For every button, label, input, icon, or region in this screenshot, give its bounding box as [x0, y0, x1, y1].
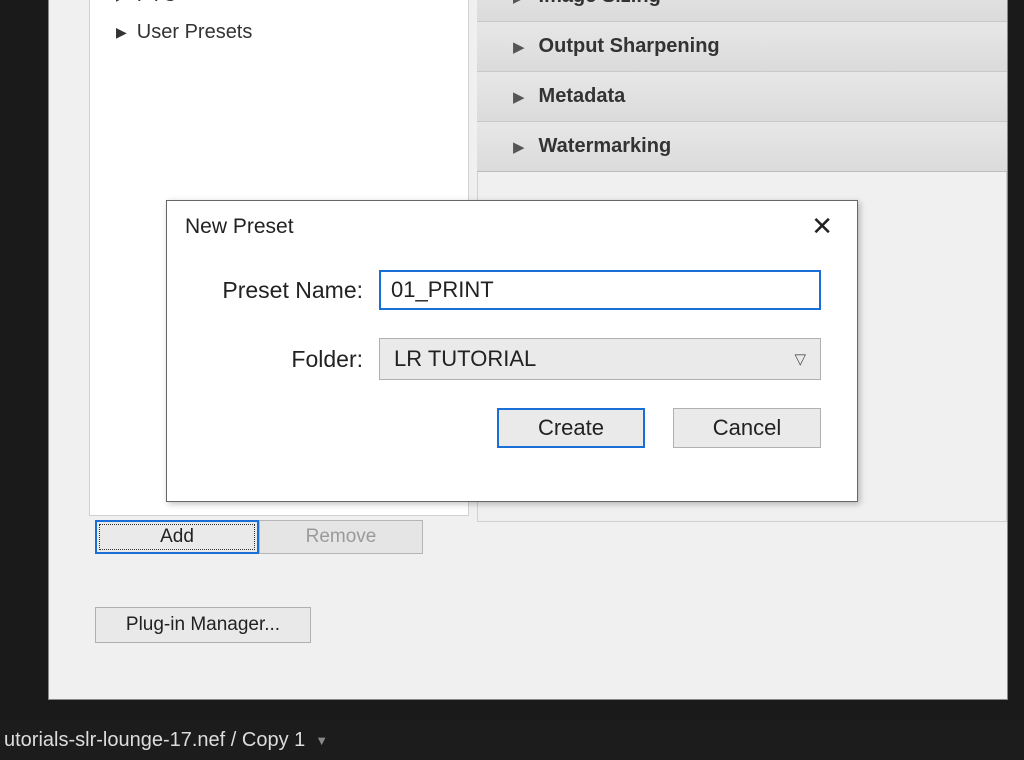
section-watermarking[interactable]: ▶ Watermarking [477, 121, 1007, 171]
status-bar: utorials-slr-lounge-17.nef / Copy 1 ▼ [0, 720, 1024, 760]
chevron-down-icon[interactable]: ▼ [315, 733, 328, 748]
section-metadata[interactable]: ▶ Metadata [477, 71, 1007, 121]
folder-label: Folder: [203, 346, 379, 373]
dialog-form: Preset Name: Folder: LR TUTORIAL ▽ [167, 242, 857, 380]
folder-select[interactable]: LR TUTORIAL ▽ [379, 338, 821, 380]
remove-button: Remove [259, 520, 423, 554]
triangle-right-icon: ▶ [513, 0, 525, 6]
dialog-title-text: New Preset [185, 215, 294, 239]
chevron-down-icon: ▽ [794, 350, 806, 368]
triangle-right-icon: ▶ [116, 0, 127, 4]
plugin-manager-button[interactable]: Plug-in Manager... [95, 607, 311, 643]
section-label: Watermarking [539, 135, 672, 158]
triangle-right-icon: ▶ [513, 38, 525, 56]
folder-select-value: LR TUTORIAL [394, 346, 536, 372]
preset-name-input[interactable] [379, 270, 821, 310]
close-icon[interactable]: ✕ [805, 211, 839, 242]
add-button[interactable]: Add [95, 520, 259, 554]
preset-folder-ptc[interactable]: ▶ PTC [90, 0, 468, 11]
preset-name-row: Preset Name: [203, 270, 821, 310]
status-filename[interactable]: utorials-slr-lounge-17.nef / Copy 1 [4, 729, 305, 752]
preset-name-label: Preset Name: [203, 277, 379, 304]
new-preset-dialog: New Preset ✕ Preset Name: Folder: LR TUT… [166, 200, 858, 502]
preset-buttons: Add Remove [95, 520, 423, 554]
section-output-sharpening[interactable]: ▶ Output Sharpening [477, 21, 1007, 71]
triangle-right-icon: ▶ [116, 24, 127, 41]
triangle-right-icon: ▶ [513, 138, 525, 156]
section-label: Image Sizing [539, 0, 661, 8]
preset-folder-label: User Presets [137, 21, 253, 44]
create-button[interactable]: Create [497, 408, 645, 448]
dialog-titlebar: New Preset ✕ [167, 201, 857, 242]
cancel-button[interactable]: Cancel [673, 408, 821, 448]
preset-folder-user[interactable]: ▶ User Presets [90, 17, 468, 48]
section-label: Metadata [539, 85, 626, 108]
settings-accordion: ▶ Image Sizing ▶ Output Sharpening ▶ Met… [477, 0, 1007, 172]
section-image-sizing[interactable]: ▶ Image Sizing [477, 0, 1007, 21]
section-label: Output Sharpening [539, 35, 720, 58]
triangle-right-icon: ▶ [513, 88, 525, 106]
preset-folder-label: PTC [137, 0, 177, 7]
dialog-button-row: Create Cancel [167, 408, 857, 448]
folder-row: Folder: LR TUTORIAL ▽ [203, 338, 821, 380]
